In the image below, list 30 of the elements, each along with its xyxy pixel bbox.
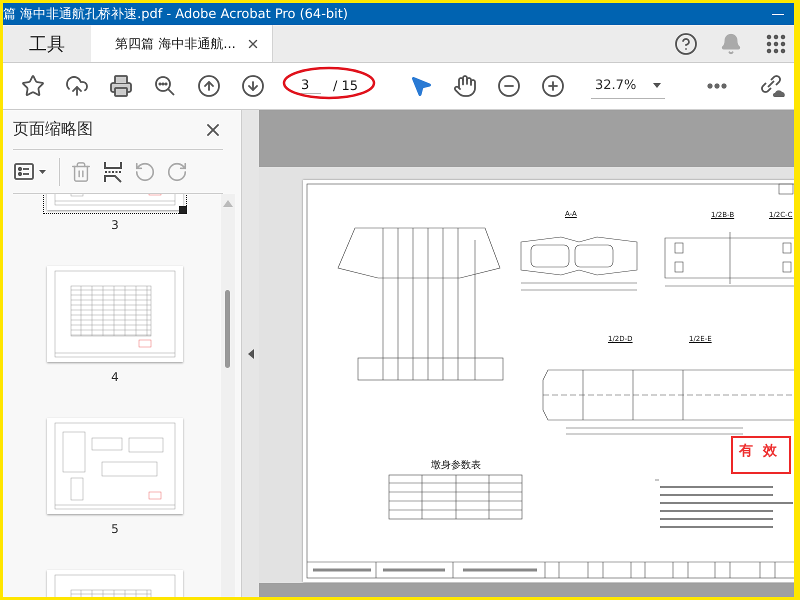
arrow-down-icon — [241, 74, 265, 98]
minus-icon — [497, 74, 521, 98]
scrollbar[interactable] — [221, 194, 235, 597]
approval-stamp: 有效 — [731, 436, 791, 474]
printer-icon — [109, 74, 133, 98]
page-number: 4 — [111, 370, 119, 384]
table-title: 墩身参数表 — [431, 458, 481, 472]
plus-icon — [541, 74, 565, 98]
star-icon — [21, 74, 45, 98]
caret-icon — [653, 83, 661, 88]
help-icon[interactable] — [674, 32, 698, 56]
options-menu-icon[interactable] — [13, 160, 49, 182]
collapse-arrow-icon — [248, 348, 254, 358]
panel-title: 页面缩略图 — [13, 119, 93, 140]
insert-page-icon[interactable] — [102, 160, 124, 184]
search-icon — [153, 74, 177, 98]
cloud-upload-icon — [65, 74, 89, 98]
page-number-field[interactable]: 3 — [301, 78, 321, 94]
page-number: 5 — [111, 522, 119, 536]
pointer-icon — [409, 74, 433, 98]
page-number: 3 — [111, 218, 119, 232]
hand-icon — [453, 74, 477, 98]
panel-toggle[interactable] — [241, 110, 259, 597]
page-count: / 15 — [333, 78, 358, 94]
window-title: 篇 海中非通航孔桥补速.pdf - Adobe Acrobat Pro (64-bit) — [3, 6, 348, 23]
tab[interactable]: 第四篇 海中非通航... — [91, 25, 273, 62]
more-icon — [707, 83, 727, 89]
zoom-dropdown[interactable]: 32.7% — [591, 73, 665, 99]
link-cloud-icon — [758, 73, 786, 99]
arrow-up-icon — [197, 74, 221, 98]
